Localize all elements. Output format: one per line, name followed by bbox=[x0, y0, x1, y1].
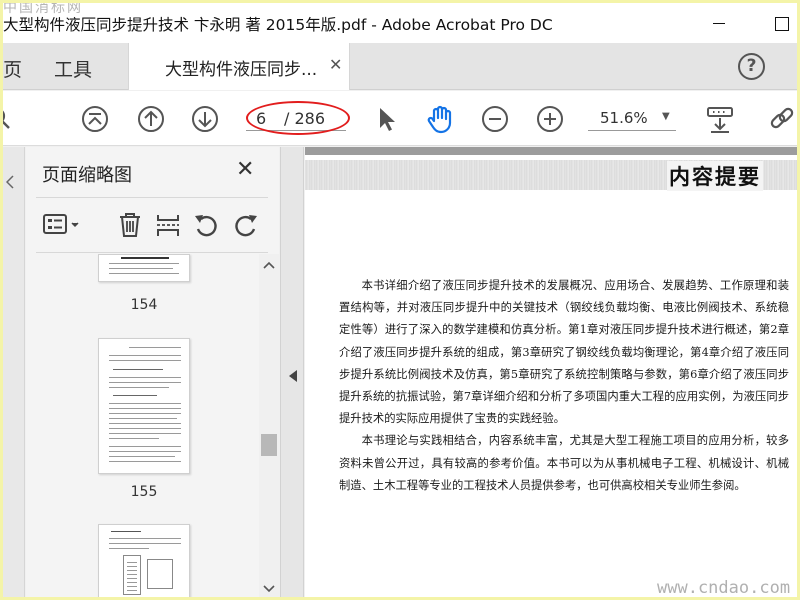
link-icon[interactable] bbox=[767, 105, 797, 133]
close-tab-icon[interactable]: ✕ bbox=[329, 55, 342, 74]
zoom-dropdown[interactable]: 51.6% ▼ bbox=[588, 105, 676, 131]
pdf-page: 内容提要 本书详细介绍了液压同步提升技术的发展概况、应用场合、发展趋势、工作原理… bbox=[305, 155, 797, 597]
panel-splitter[interactable] bbox=[280, 147, 304, 597]
maximize-button[interactable] bbox=[769, 11, 793, 35]
search-icon[interactable] bbox=[3, 105, 15, 133]
thumbnail-options-icon[interactable] bbox=[42, 211, 82, 239]
first-page-icon[interactable] bbox=[81, 105, 109, 133]
paragraph: 本书理论与实践相结合，内容系统丰富，尤其是大型工程施工项目的应用分析，较多资料未… bbox=[339, 434, 789, 492]
tab-document-label: 大型构件液压同步... bbox=[165, 60, 318, 80]
page-thumbnail[interactable] bbox=[98, 338, 190, 474]
tab-document[interactable]: 大型构件液压同步... ✕ bbox=[128, 43, 350, 90]
scroll-down-icon[interactable] bbox=[263, 584, 275, 594]
window-title: 大型构件液压同步提升技术 卞永明 著 2015年版.pdf - Adobe Ac… bbox=[3, 16, 553, 34]
toolbar: 6 / 286 51.6% ▼ bbox=[3, 91, 797, 146]
hand-tool-icon[interactable] bbox=[425, 104, 455, 134]
panel-title: 页面缩略图 bbox=[42, 165, 132, 186]
red-annotation-oval bbox=[246, 101, 350, 135]
zoom-out-icon[interactable] bbox=[481, 105, 509, 133]
previous-page-icon[interactable] bbox=[137, 105, 165, 133]
page-thumbnails-panel: 页面缩略图 ✕ 154 155 bbox=[26, 147, 279, 597]
watermark-top-left: 中国消标网 bbox=[3, 3, 83, 16]
tab-home[interactable]: 页 bbox=[3, 55, 22, 82]
thumbnail-page-number: 155 bbox=[130, 484, 158, 500]
chevron-down-icon: ▼ bbox=[662, 111, 670, 122]
select-cursor-icon[interactable] bbox=[373, 105, 401, 133]
title-bar: 大型构件液压同步提升技术 卞永明 著 2015年版.pdf - Adobe Ac… bbox=[3, 3, 797, 43]
thumbnail-toolbar bbox=[36, 197, 268, 253]
insert-page-icon[interactable] bbox=[154, 211, 182, 239]
page-body-text: 本书详细介绍了液压同步提升技术的发展概况、应用场合、发展趋势、工作原理和装置结构… bbox=[339, 275, 789, 497]
scrollbar-thumb[interactable] bbox=[261, 434, 277, 456]
zoom-level: 51.6% bbox=[600, 109, 648, 127]
collapse-panel-icon[interactable] bbox=[6, 175, 14, 189]
page-thumbnail[interactable] bbox=[98, 254, 190, 282]
help-icon[interactable]: ? bbox=[738, 53, 765, 80]
scroll-up-icon[interactable] bbox=[263, 260, 275, 270]
zoom-in-icon[interactable] bbox=[536, 105, 564, 133]
rotate-clockwise-icon[interactable] bbox=[232, 211, 260, 239]
minimize-button[interactable] bbox=[707, 11, 731, 35]
thumbnail-page-number: 154 bbox=[130, 297, 158, 313]
collapse-arrow-icon[interactable] bbox=[288, 369, 298, 383]
paragraph: 本书详细介绍了液压同步提升技术的发展概况、应用场合、发展趋势、工作原理和装置结构… bbox=[339, 279, 789, 426]
acrobat-window: 大型构件液压同步提升技术 卞永明 著 2015年版.pdf - Adobe Ac… bbox=[3, 3, 797, 597]
thumbnail-scrollbar[interactable] bbox=[259, 254, 279, 597]
next-page-icon[interactable] bbox=[191, 105, 219, 133]
thumbnail-list: 154 155 bbox=[36, 254, 258, 597]
delete-page-icon[interactable] bbox=[116, 211, 144, 239]
page-heading: 内容提要 bbox=[667, 161, 763, 191]
close-panel-icon[interactable]: ✕ bbox=[236, 157, 254, 182]
scroll-mode-icon[interactable] bbox=[705, 105, 735, 133]
navigation-rail bbox=[3, 147, 25, 597]
document-view[interactable]: 内容提要 本书详细介绍了液压同步提升技术的发展概况、应用场合、发展趋势、工作原理… bbox=[305, 147, 797, 597]
tab-tools[interactable]: 工具 bbox=[54, 55, 92, 82]
page-thumbnail[interactable] bbox=[98, 524, 190, 597]
watermark-bottom-right: www.cndao.com bbox=[657, 578, 791, 597]
tab-bar: 页 工具 大型构件液压同步... ✕ ? bbox=[3, 43, 797, 90]
rotate-counterclockwise-icon[interactable] bbox=[192, 211, 220, 239]
